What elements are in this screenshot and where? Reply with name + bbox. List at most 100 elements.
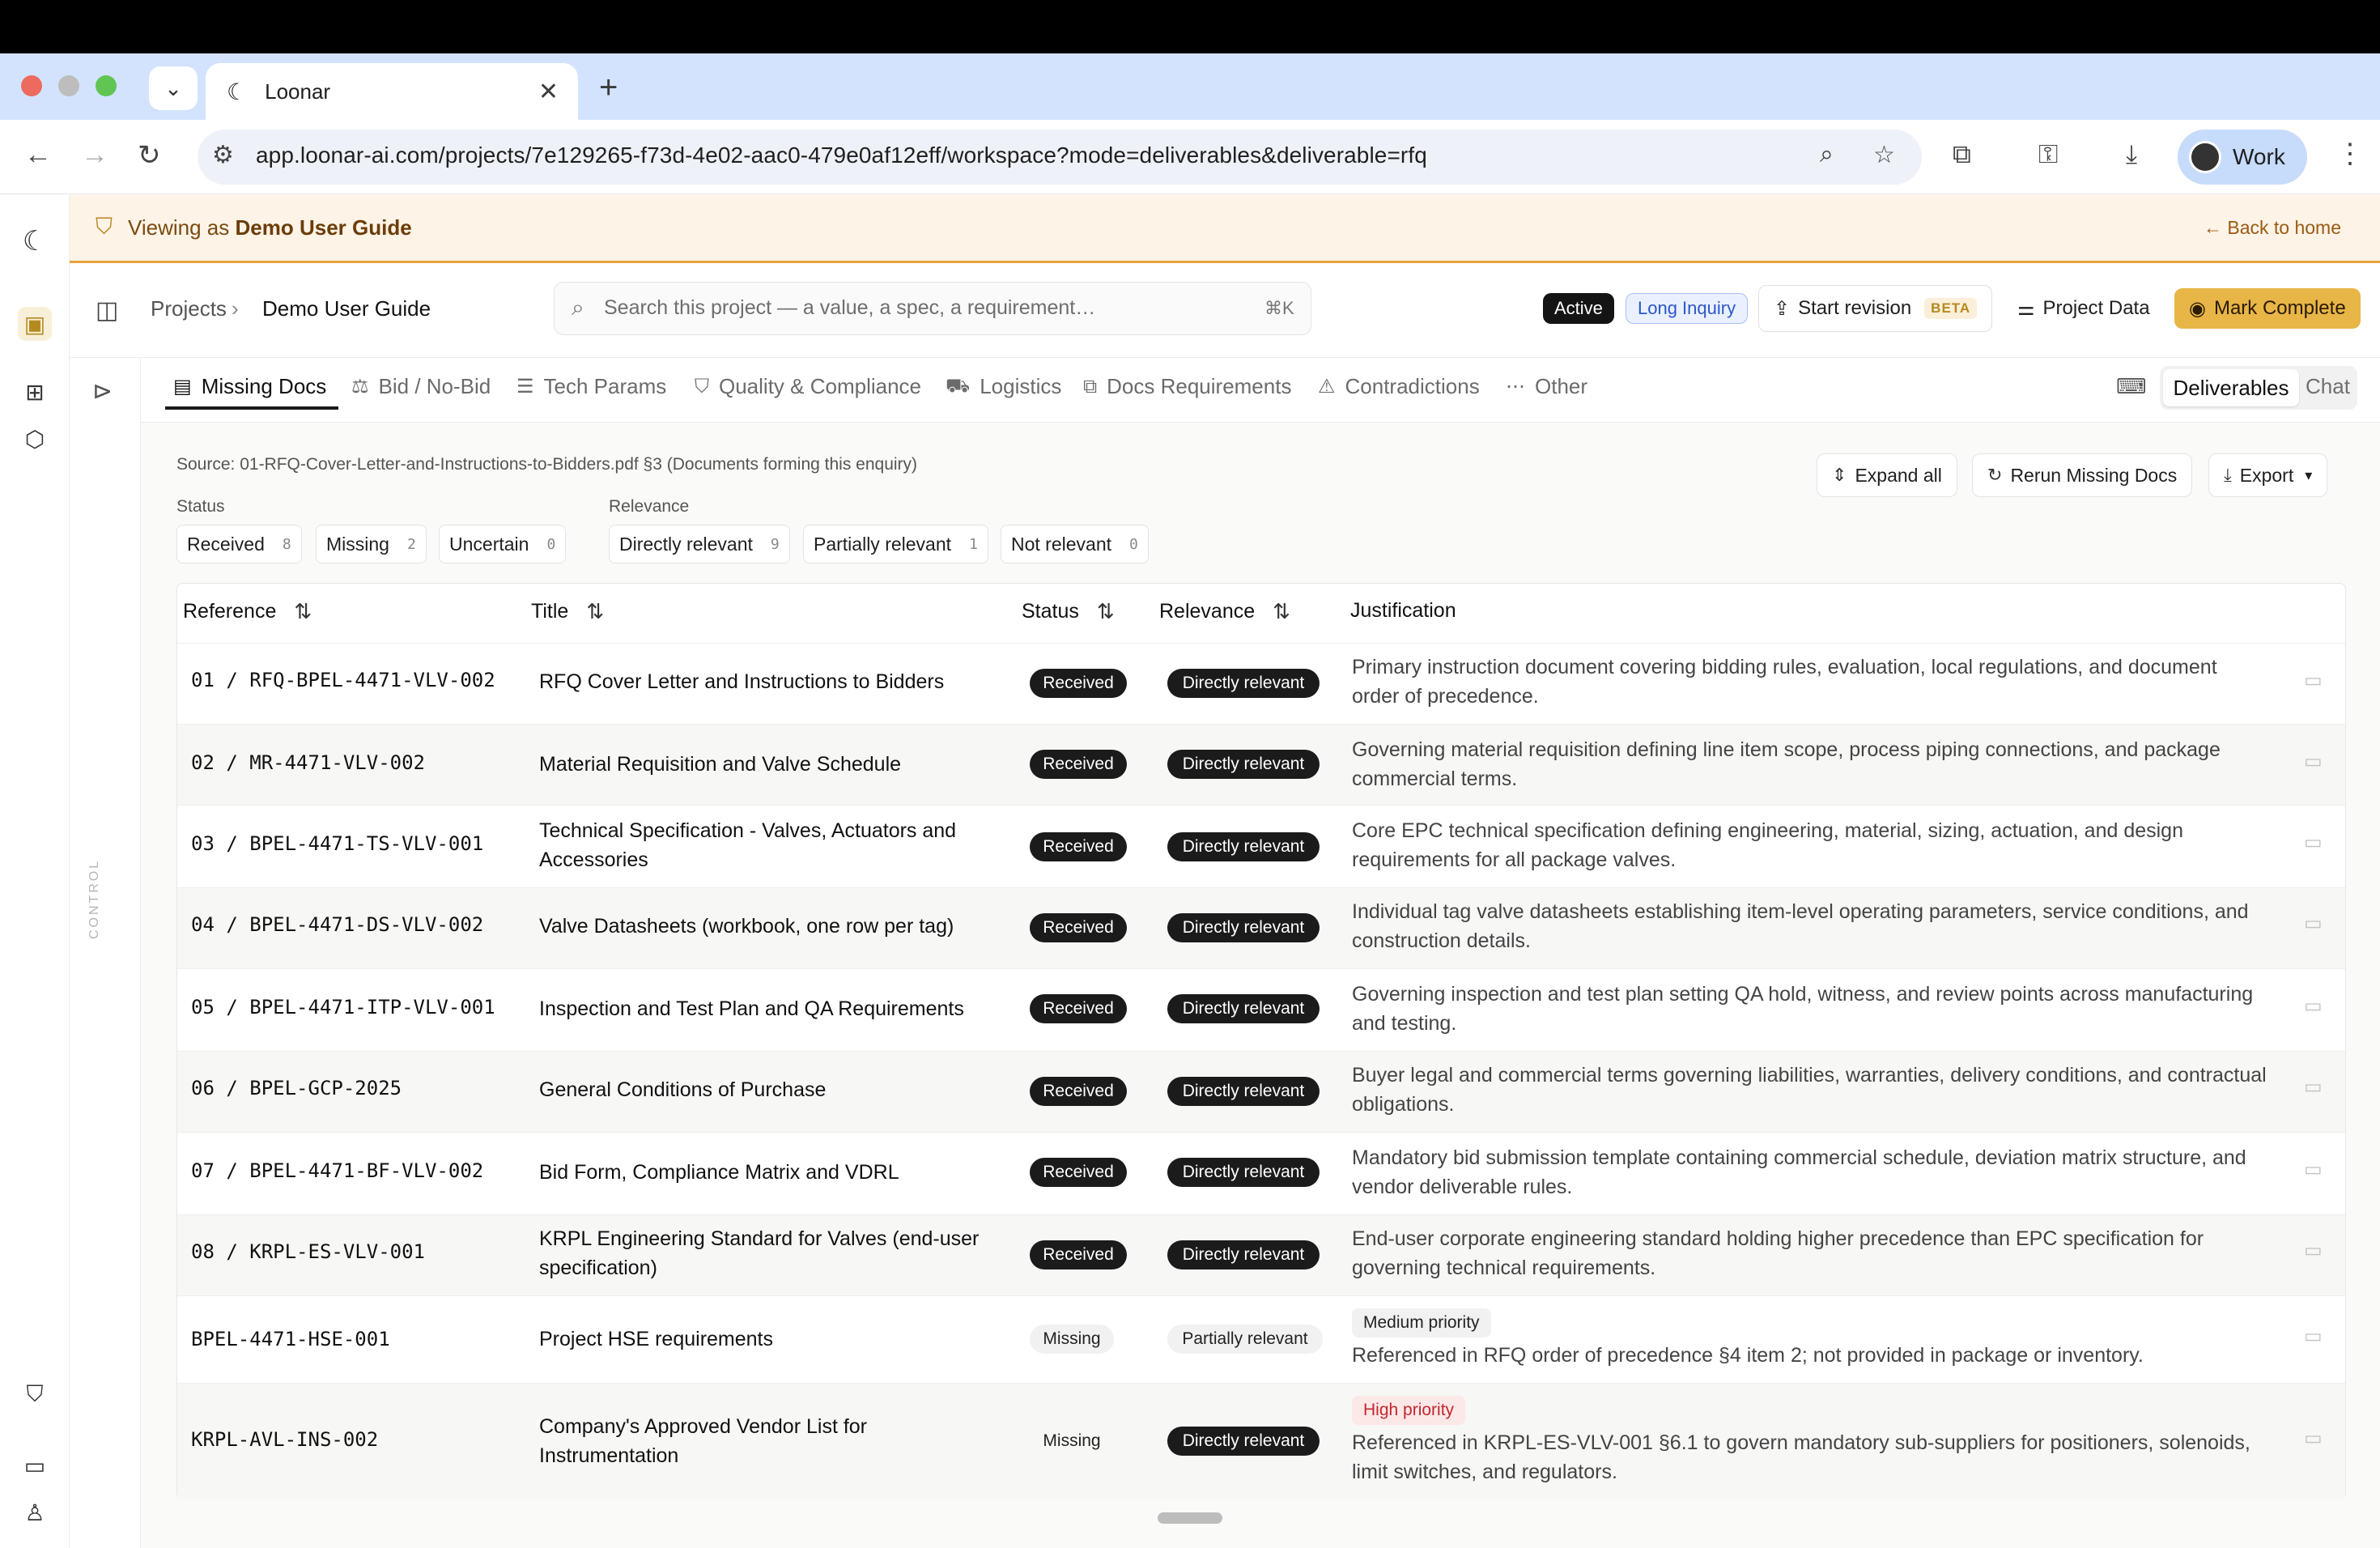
breadcrumb-projects[interactable]: Projects <box>151 296 227 321</box>
tab-close-button[interactable]: ✕ <box>538 78 559 106</box>
tab-label: Docs Requirements <box>1107 374 1292 398</box>
scroll-handle[interactable] <box>1158 1512 1222 1524</box>
status-badge: Received <box>1030 994 1127 1023</box>
tab-label: Bid / No-Bid <box>378 374 491 398</box>
chat-toggle[interactable]: Chat <box>2306 374 2350 399</box>
row-title: Valve Datasheets (workbook, one row per … <box>539 915 954 938</box>
comment-icon[interactable]: ▭ <box>2304 750 2323 773</box>
filter-chip-missing[interactable]: Missing 2 <box>316 525 427 563</box>
comment-icon[interactable]: ▭ <box>2304 912 2323 935</box>
copy-icon: ⧉ <box>1083 375 1098 398</box>
priority-badge: Medium priority <box>1352 1308 1491 1337</box>
breadcrumb-current: Demo User Guide <box>262 296 431 321</box>
start-revision-label: Start revision <box>1798 297 1912 319</box>
filter-chip-received[interactable]: Received 8 <box>176 525 302 563</box>
comment-icon[interactable]: ▭ <box>2304 994 2323 1018</box>
close-window-button[interactable] <box>21 75 42 96</box>
comment-icon[interactable]: ▭ <box>2304 1427 2323 1450</box>
export-button[interactable]: ⤓ Export ▾ <box>2208 453 2328 497</box>
folder-icon[interactable]: ▣ <box>18 307 52 341</box>
sort-icon[interactable]: ⇅ <box>586 599 604 624</box>
tab-search-button[interactable]: ⌄ <box>149 66 198 110</box>
tab-other[interactable]: ⋯ Other <box>1506 374 1587 399</box>
search-placeholder[interactable]: Search this project — a value, a spec, a… <box>604 296 1095 320</box>
browser-menu-icon[interactable]: ⋮ <box>2336 138 2364 170</box>
tab-contradictions[interactable]: ⚠ Contradictions <box>1318 374 1480 399</box>
tab-missing-docs[interactable]: ▤ Missing Docs <box>173 374 326 399</box>
row-reference: 08 / KRPL-ES-VLV-001 <box>191 1240 425 1263</box>
mark-complete-button[interactable]: ◉ Mark Complete <box>2174 288 2361 329</box>
expand-all-button[interactable]: ⇕ Expand all <box>1817 453 1957 497</box>
minimize-window-button[interactable] <box>58 75 79 96</box>
deliverables-toggle[interactable]: Deliverables <box>2163 369 2299 406</box>
tab-tech-params[interactable]: ☰ Tech Params <box>516 374 666 399</box>
column-header-reference[interactable]: Reference ⇅ <box>183 599 312 624</box>
relevance-filter-label: Relevance <box>609 497 690 516</box>
tab-bid-no-bid[interactable]: ⚖ Bid / No-Bid <box>351 374 491 399</box>
project-data-button[interactable]: ⚌ Project Data <box>2009 285 2158 332</box>
sort-icon[interactable]: ⇅ <box>1273 599 1290 624</box>
zoom-icon[interactable]: ⌕ <box>1820 141 1834 168</box>
shield-icon[interactable]: ⛉ <box>18 1377 52 1411</box>
chip-label: Received <box>187 533 265 555</box>
back-to-home-link[interactable]: ← Back to home <box>2204 217 2341 239</box>
comment-icon[interactable]: ▭ <box>2304 831 2323 854</box>
filter-chip-directly-relevant[interactable]: Directly relevant 9 <box>609 525 790 563</box>
chip-label: Not relevant <box>1011 533 1112 555</box>
status-badge: Received <box>1030 832 1127 861</box>
new-tab-button[interactable]: + <box>599 70 618 106</box>
relevance-badge: Directly relevant <box>1167 832 1320 861</box>
relevance-badge: Directly relevant <box>1167 669 1320 698</box>
start-revision-button[interactable]: ⇪ Start revision BETA <box>1758 285 1993 332</box>
comment-icon[interactable]: ▭ <box>2304 1075 2323 1099</box>
filter-chip-uncertain[interactable]: Uncertain 0 <box>439 525 567 563</box>
tab-label: Quality & Compliance <box>719 374 921 398</box>
box-icon[interactable]: ⬡ <box>18 422 52 456</box>
book-icon[interactable]: ⊞ <box>18 375 52 409</box>
comment-icon[interactable]: ▭ <box>2304 1325 2323 1348</box>
password-key-icon[interactable]: ⚿ <box>2038 139 2058 170</box>
tab-label: Tech Params <box>543 374 667 398</box>
extensions-icon[interactable]: ⧉ <box>1953 139 1971 170</box>
moon-logo-icon[interactable]: ☾ <box>18 224 52 258</box>
comment-icon[interactable]: ▭ <box>2304 1158 2323 1181</box>
profile-button[interactable]: Work <box>2178 130 2307 185</box>
reload-icon[interactable]: ↻ <box>138 139 161 172</box>
sort-icon[interactable]: ⇅ <box>294 599 312 624</box>
tab-logistics[interactable]: ⛟ Logistics <box>946 374 1061 399</box>
bookmark-star-icon[interactable]: ☆ <box>1873 141 1895 169</box>
row-justification: Buyer legal and commercial terms governi… <box>1352 1064 2267 1116</box>
user-icon[interactable]: ♙ <box>18 1495 52 1529</box>
zoom-window-button[interactable] <box>96 75 117 96</box>
panel-toggle-icon[interactable]: ⊳ <box>92 377 113 406</box>
keyboard-icon[interactable]: ⌨ <box>2116 374 2147 399</box>
chip-count: 9 <box>770 535 780 553</box>
browser-tab-active[interactable]: ☾ Loonar ✕ <box>206 63 578 120</box>
filter-chip-not-relevant[interactable]: Not relevant 0 <box>1001 525 1149 563</box>
tab-docs-requirements[interactable]: ⧉ Docs Requirements <box>1083 374 1291 399</box>
sort-icon[interactable]: ⇅ <box>1097 599 1115 624</box>
column-header-title[interactable]: Title ⇅ <box>531 599 604 624</box>
column-header-status[interactable]: Status ⇅ <box>1022 599 1115 624</box>
chip-count: 0 <box>546 535 556 553</box>
row-justification: Governing material requisition defining … <box>1352 738 2221 790</box>
tab-quality-compliance[interactable]: ⛉ Quality & Compliance <box>695 374 921 399</box>
refresh-icon: ↻ <box>1987 465 2003 485</box>
url-text[interactable]: app.loonar-ai.com/projects/7e129265-f73d… <box>256 142 1427 168</box>
sidebar-toggle-icon[interactable]: ◫ <box>96 296 118 325</box>
sliders-icon: ☰ <box>516 376 534 398</box>
comment-icon[interactable]: ▭ <box>2304 669 2323 692</box>
rerun-button[interactable]: ↻ Rerun Missing Docs <box>1972 453 2193 497</box>
filter-chip-partially-relevant[interactable]: Partially relevant 1 <box>803 525 988 563</box>
row-reference: 05 / BPEL-4471-ITP-VLV-001 <box>191 996 495 1019</box>
column-header-relevance[interactable]: Relevance ⇅ <box>1159 599 1290 624</box>
row-justification: Core EPC technical specification definin… <box>1352 819 2183 871</box>
forward-arrow-icon[interactable]: → <box>81 139 108 171</box>
site-info-icon[interactable]: ⚙ <box>212 141 234 169</box>
rerun-label: Rerun Missing Docs <box>2010 464 2178 486</box>
comment-icon[interactable]: ▭ <box>2304 1239 2323 1262</box>
chat-icon[interactable]: ▭ <box>18 1448 52 1482</box>
chevron-down-icon: ⌄ <box>164 75 182 100</box>
back-arrow-icon[interactable]: ← <box>24 139 52 171</box>
download-icon[interactable]: ⤓ <box>2126 139 2137 170</box>
